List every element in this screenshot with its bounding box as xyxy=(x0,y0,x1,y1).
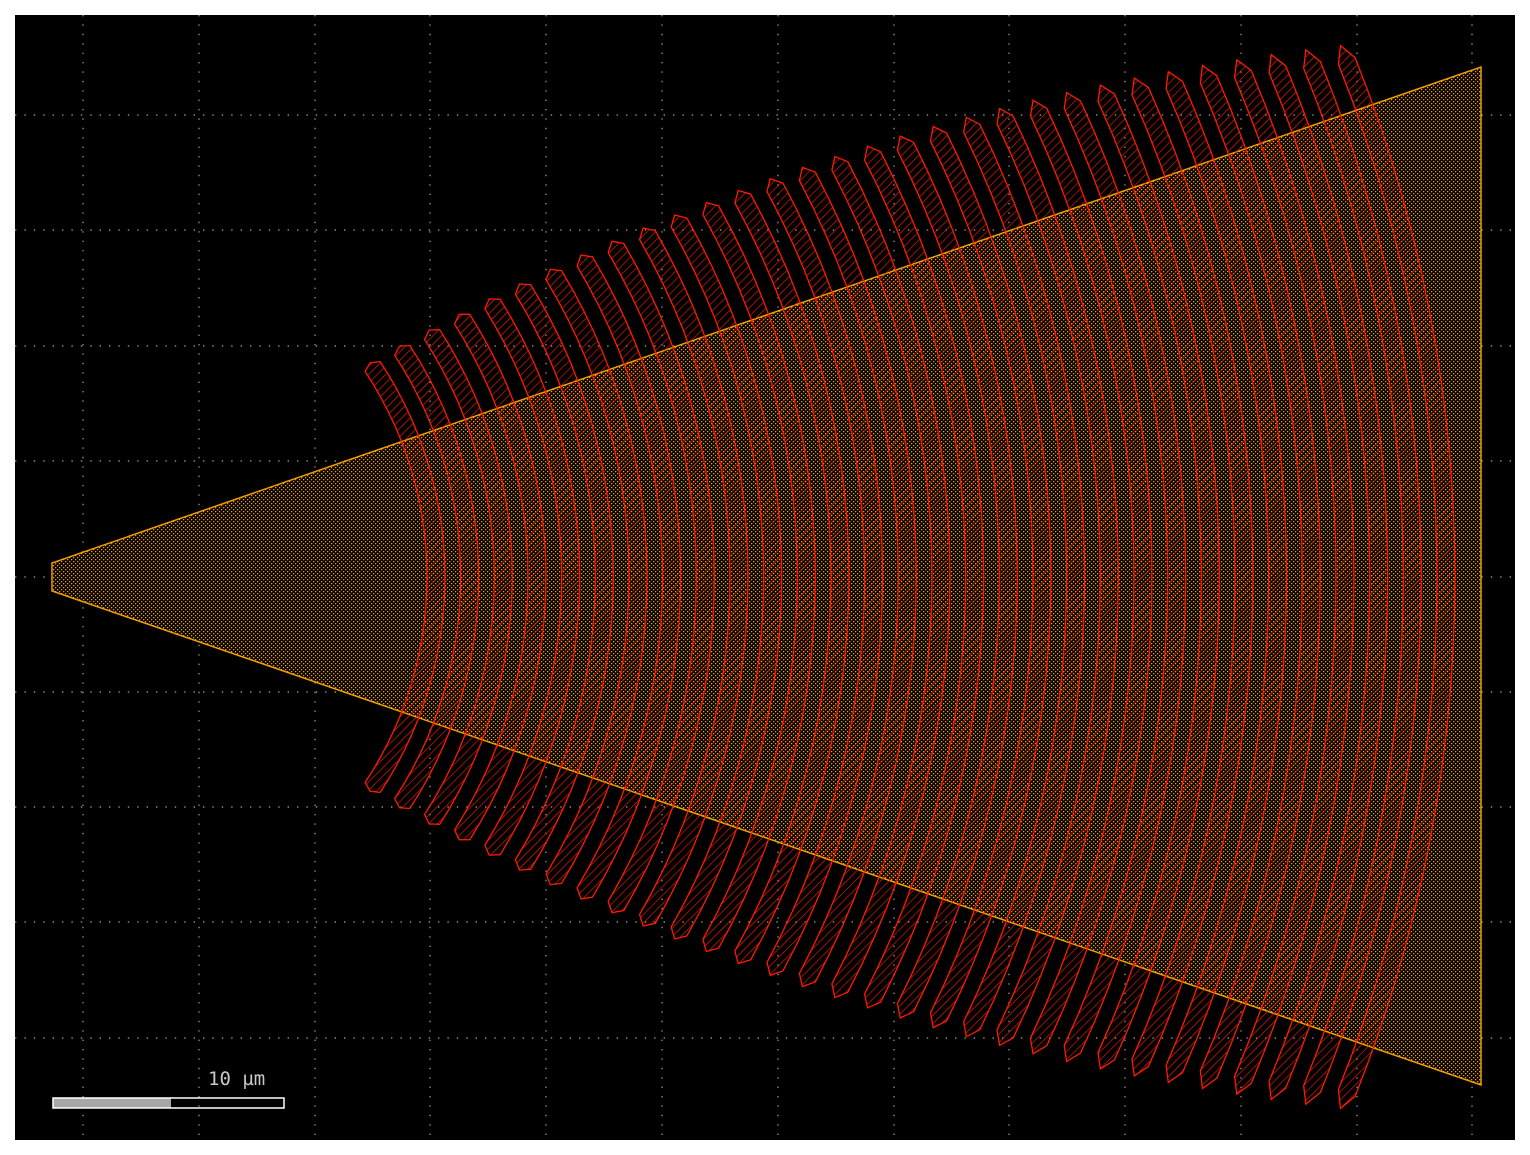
layout-canvas[interactable]: 10 µm xyxy=(15,15,1515,1140)
scale-bar: 10 µm xyxy=(52,1068,285,1109)
scale-bar-label: 10 µm xyxy=(208,1068,265,1090)
layout-viewer[interactable]: 10 µm xyxy=(15,15,1515,1140)
scale-bar-filled xyxy=(53,1098,171,1108)
